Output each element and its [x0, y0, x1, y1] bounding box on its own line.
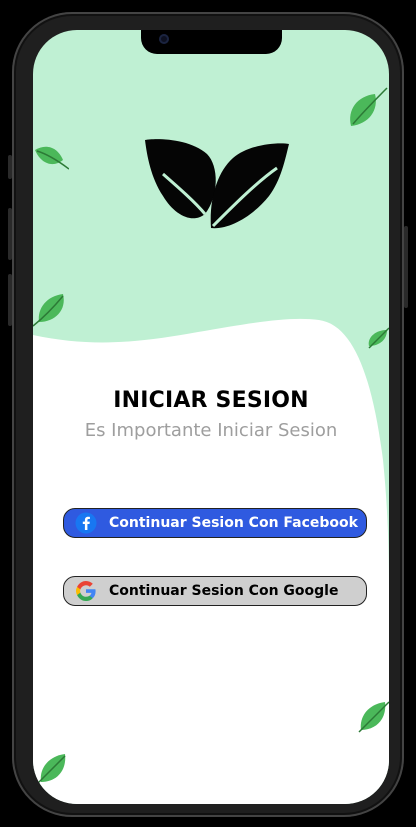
leaf-icon	[33, 294, 64, 327]
volume-down-button	[8, 274, 12, 326]
facebook-button-label: Continuar Sesion Con Facebook	[109, 515, 358, 531]
leaf-icon	[358, 701, 389, 733]
phone-screen: INICIAR SESION Es Importante Iniciar Ses…	[33, 30, 389, 804]
page-title: INICIAR SESION	[113, 388, 309, 413]
facebook-login-button[interactable]: Continuar Sesion Con Facebook	[63, 508, 367, 538]
camera-icon	[159, 34, 169, 44]
google-login-button[interactable]: Continuar Sesion Con Google	[63, 576, 367, 606]
google-button-label: Continuar Sesion Con Google	[109, 583, 339, 599]
volume-up-button	[8, 208, 12, 260]
google-icon	[76, 581, 96, 601]
power-button	[404, 226, 408, 308]
leaf-icon	[35, 754, 66, 786]
notch	[141, 30, 282, 54]
leaf-icon	[368, 327, 389, 349]
leaf-icon	[35, 146, 69, 170]
facebook-icon	[75, 512, 97, 534]
page-subtitle: Es Importante Iniciar Sesion	[84, 420, 338, 441]
mute-switch	[8, 155, 12, 179]
leaves-logo-icon	[145, 139, 289, 229]
leaf-icon	[350, 87, 388, 126]
